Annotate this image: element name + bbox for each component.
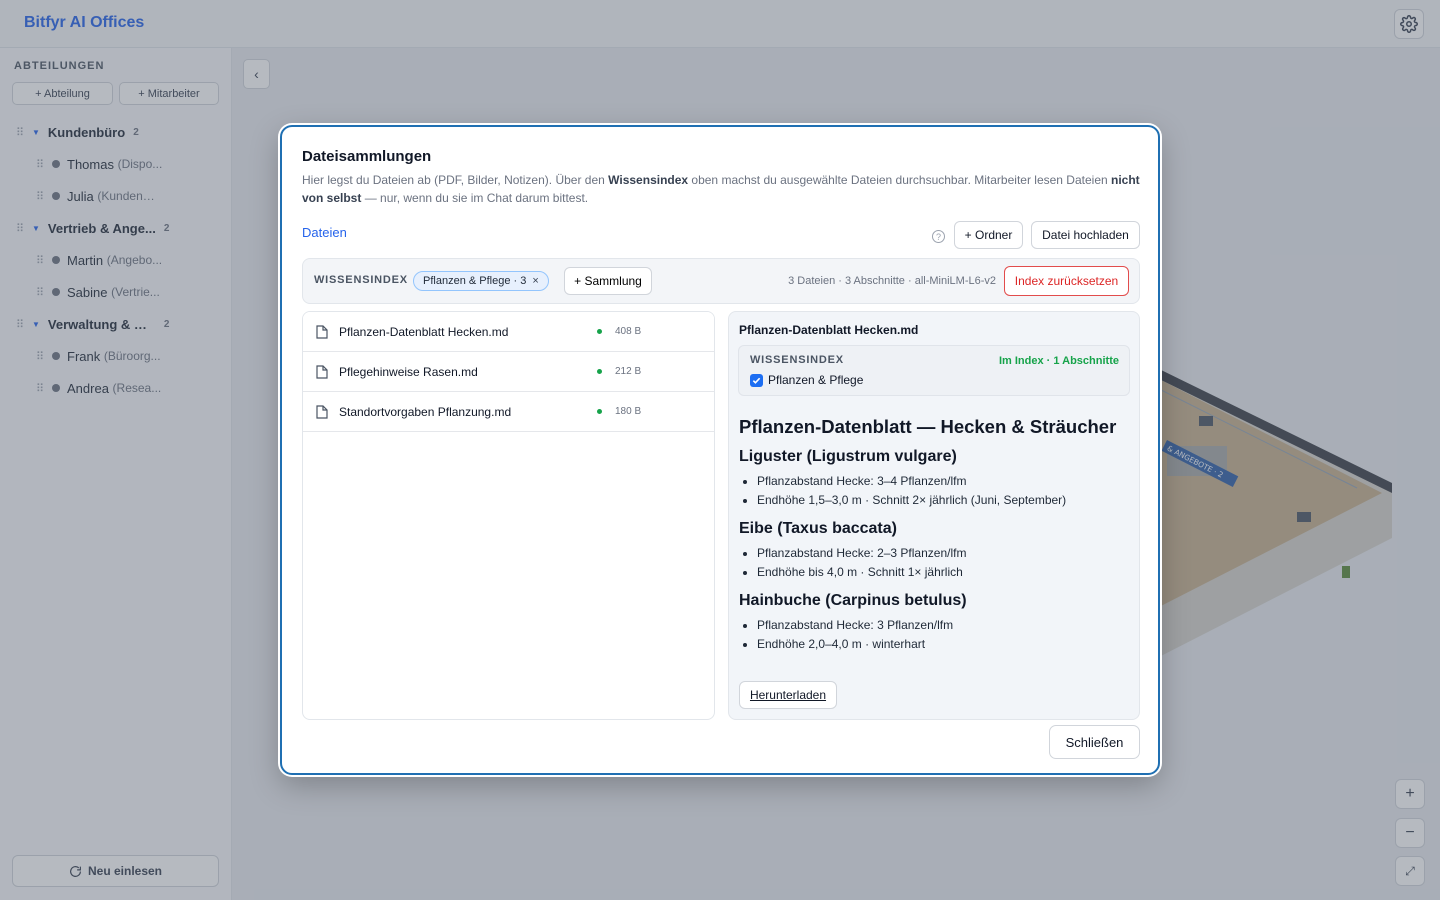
file-size: 408 B [615,326,642,337]
index-stats: 3 Dateien · 3 Abschnitte · all-MiniLM-L6… [788,275,996,287]
file-row[interactable]: Pflanzen-Datenblatt Hecken.md 408 B [303,312,714,352]
desc-text: Hier legst du Dateien ab (PDF, Bilder, N… [302,173,609,187]
preview-heading: Pflanzen-Datenblatt — Hecken & Sträucher [739,416,1117,437]
file-size: 212 B [615,366,642,377]
detail-file-title: Pflanzen-Datenblatt Hecken.md [739,323,919,337]
file-name: Standortvorgaben Pflanzung.md [339,405,512,419]
download-button[interactable]: Herunterladen [739,681,837,709]
list-item: Pflanzabstand Hecke: 3 Pflanzen/lfm [757,616,1131,635]
tab-files[interactable]: Dateien [302,225,347,240]
file-icon [316,405,328,419]
preview-list: Pflanzabstand Hecke: 3 Pflanzen/lfm Endh… [757,616,1131,654]
knowledge-index-bar: WISSENSINDEX Pflanzen & Pflege · 3 × + S… [302,258,1140,304]
file-name: Pflegehinweise Rasen.md [339,365,478,379]
indexed-dot-icon [597,369,602,374]
file-icon [316,325,328,339]
detail-index-label: WISSENSINDEX [750,354,844,366]
detail-index-status: Im Index · 1 Abschnitte [998,355,1119,367]
list-item: Endhöhe bis 4,0 m · Schnitt 1× jährlich [757,563,1131,582]
close-icon[interactable]: × [532,275,538,287]
markdown-preview: Pflanzen-Datenblatt — Hecken & Sträucher… [739,416,1131,664]
upload-file-button[interactable]: Datei hochladen [1031,221,1140,249]
file-detail-panel: Pflanzen-Datenblatt Hecken.md WISSENSIND… [728,311,1140,720]
file-name: Pflanzen-Datenblatt Hecken.md [339,325,509,339]
dialog-title: Dateisammlungen [302,148,432,165]
add-collection-button[interactable]: + Sammlung [564,267,652,295]
preview-list: Pflanzabstand Hecke: 2–3 Pflanzen/lfm En… [757,544,1131,582]
indexed-dot-icon [597,409,602,414]
preview-list: Pflanzabstand Hecke: 3–4 Pflanzen/lfm En… [757,472,1131,510]
file-collections-dialog: Dateisammlungen Hier legst du Dateien ab… [280,125,1160,775]
file-icon [316,365,328,379]
dialog-description: Hier legst du Dateien ab (PDF, Bilder, N… [302,171,1144,207]
preview-subheading: Liguster (Ligustrum vulgare) [739,448,957,465]
file-row[interactable]: Pflegehinweise Rasen.md 212 B [303,352,714,392]
reset-index-button[interactable]: Index zurücksetzen [1004,266,1129,296]
close-dialog-button[interactable]: Schließen [1049,725,1140,759]
list-item: Pflanzabstand Hecke: 3–4 Pflanzen/lfm [757,472,1131,491]
detail-index-box: WISSENSINDEX Im Index · 1 Abschnitte Pfl… [738,345,1130,396]
checkbox-checked-icon[interactable] [750,373,763,387]
collection-chip-label: Pflanzen & Pflege · 3 [423,275,527,287]
file-list: Pflanzen-Datenblatt Hecken.md 408 B Pfle… [302,311,715,720]
desc-bold: Wissensindex [608,173,689,187]
list-item: Endhöhe 1,5–3,0 m · Schnitt 2× jährlich … [757,491,1131,510]
indexed-dot-icon [597,329,602,334]
help-icon[interactable]: ? [932,230,945,243]
index-label: WISSENSINDEX [314,274,408,286]
preview-subheading: Hainbuche (Carpinus betulus) [739,592,967,609]
add-folder-button[interactable]: + Ordner [954,221,1023,249]
desc-text: — nur, wenn du sie im Chat darum bittest… [361,191,589,205]
list-item: Endhöhe 2,0–4,0 m · winterhart [757,635,1131,654]
collection-chip[interactable]: Pflanzen & Pflege · 3 × [413,271,549,291]
collection-checkbox[interactable]: Pflanzen & Pflege [750,373,863,387]
file-size: 180 B [615,406,642,417]
list-item: Pflanzabstand Hecke: 2–3 Pflanzen/lfm [757,544,1131,563]
desc-text: oben machst du ausgewählte Dateien durch… [688,173,1111,187]
collection-checkbox-label: Pflanzen & Pflege [768,373,864,387]
preview-subheading: Eibe (Taxus baccata) [739,520,897,537]
file-row[interactable]: Standortvorgaben Pflanzung.md 180 B [303,392,714,432]
